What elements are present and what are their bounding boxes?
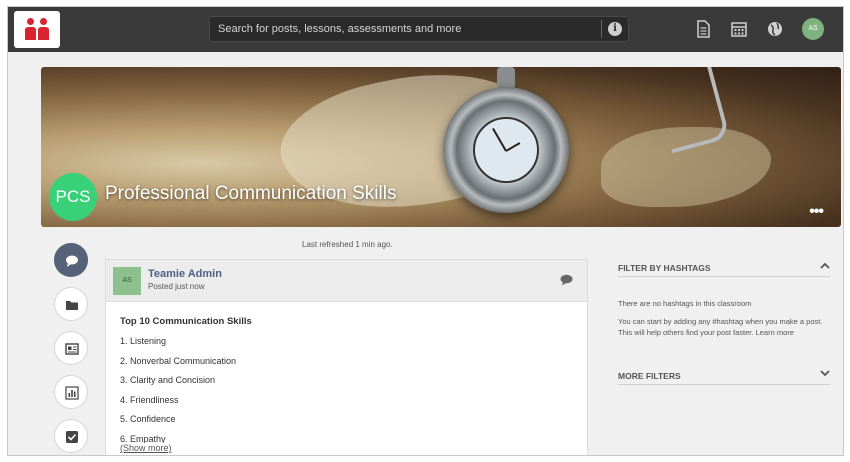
classroom-banner: PCS Professional Communication Skills ••… <box>41 67 841 227</box>
chevron-up-icon[interactable] <box>820 262 830 270</box>
sidenav-gradebook-button[interactable] <box>54 375 88 409</box>
top-bar: Search for posts, lessons, assessments a… <box>8 7 843 52</box>
search-input[interactable]: Search for posts, lessons, assessments a… <box>209 16 629 42</box>
comment-icon[interactable] <box>560 274 573 286</box>
chart-icon <box>65 386 79 400</box>
filter-divider <box>618 276 830 277</box>
search-divider <box>601 20 602 38</box>
hashtag-hint-text: You can start by adding any #hashtag whe… <box>618 316 832 338</box>
chevron-down-icon[interactable] <box>820 369 830 377</box>
no-hashtags-text: There are no hashtags in this classroom <box>618 299 752 308</box>
globe-icon[interactable] <box>766 20 784 38</box>
filter-hashtags-title[interactable]: FILTER BY HASHTAGS <box>618 263 711 273</box>
last-refreshed-text: Last refreshed 1 min ago. <box>302 240 393 249</box>
filter-divider <box>618 384 830 385</box>
post-heading: Top 10 Communication Skills <box>120 316 252 327</box>
banner-watch-crown <box>497 67 515 89</box>
banner-pocket-watch <box>443 87 569 213</box>
more-options-button[interactable]: ••• <box>809 203 824 221</box>
post-header: AS Teamie Admin Posted just now <box>106 260 587 302</box>
sidenav-files-button[interactable] <box>54 287 88 321</box>
folder-icon <box>66 301 78 310</box>
author-avatar[interactable]: AS <box>113 267 141 295</box>
sidenav-posts-button[interactable] <box>54 243 88 277</box>
class-title: Professional Communication Skills <box>105 183 397 204</box>
chat-icon <box>66 255 78 267</box>
post-line: 1. Listening <box>120 336 167 346</box>
post-timestamp: Posted just now <box>148 282 205 291</box>
learn-more-link[interactable]: Learn more <box>756 328 794 337</box>
document-icon[interactable] <box>694 20 712 38</box>
post-line: 4. Friendliness <box>120 394 179 405</box>
more-filters-title[interactable]: MORE FILTERS <box>618 371 681 381</box>
app-logo[interactable] <box>14 11 60 48</box>
author-name[interactable]: Teamie Admin <box>148 268 222 280</box>
post-line: 3. Clarity and Concision <box>120 375 216 385</box>
class-badge: PCS <box>49 173 97 221</box>
lessons-icon <box>65 343 79 355</box>
sidenav-lessons-button[interactable] <box>54 331 88 365</box>
post-line: 2. Nonverbal Communication <box>120 355 237 366</box>
post-card: AS Teamie Admin Posted just now Top 10 C… <box>105 259 588 455</box>
post-line: 5. Confidence <box>120 414 176 424</box>
app-window: Search for posts, lessons, assessments a… <box>7 6 844 456</box>
calendar-icon[interactable] <box>730 20 748 38</box>
sidenav-tasks-button[interactable] <box>54 419 88 453</box>
info-icon[interactable]: i <box>608 22 622 36</box>
search-placeholder: Search for posts, lessons, assessments a… <box>218 23 462 35</box>
show-more-link[interactable]: (Show more) <box>120 443 172 453</box>
user-avatar[interactable]: AS <box>802 18 824 40</box>
post-body: Top 10 Communication Skills 1. Listening… <box>120 316 252 453</box>
checkbox-icon <box>66 431 78 443</box>
